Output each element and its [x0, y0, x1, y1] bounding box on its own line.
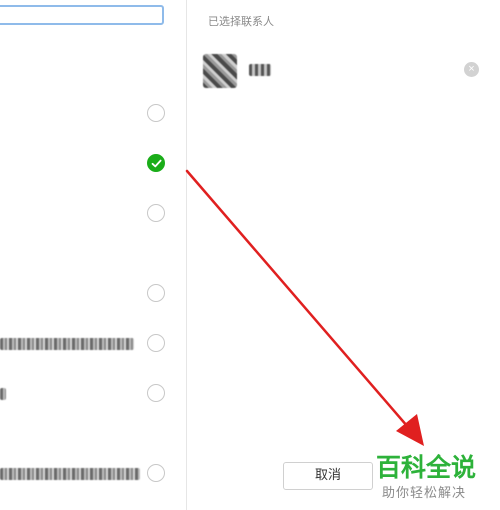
- select-radio[interactable]: [147, 204, 165, 222]
- selected-contacts-title: 已选择联系人: [208, 16, 274, 28]
- annotation-arrow-head: [396, 414, 424, 446]
- contact-name-blurred: [0, 388, 6, 400]
- select-radio[interactable]: [147, 104, 165, 122]
- contact-name-blurred: [0, 468, 140, 480]
- select-radio[interactable]: [147, 384, 165, 402]
- watermark-title: 百科全说: [376, 453, 477, 482]
- list-item[interactable]: [0, 379, 186, 409]
- contact-list-pane: [0, 0, 186, 510]
- select-radio[interactable]: [147, 334, 165, 352]
- selected-contact-name-blurred: [249, 64, 271, 76]
- annotation-arrow-line: [185, 169, 416, 436]
- close-icon: ×: [468, 63, 475, 75]
- avatar: [203, 54, 237, 88]
- list-item[interactable]: [0, 149, 186, 179]
- list-item[interactable]: [0, 459, 186, 489]
- checkmark-icon: [151, 159, 162, 168]
- cancel-button[interactable]: 取消: [283, 462, 373, 490]
- list-item[interactable]: [0, 99, 186, 129]
- select-radio[interactable]: [147, 284, 165, 302]
- pane-divider: [186, 0, 187, 510]
- search-input[interactable]: [0, 5, 164, 25]
- list-item[interactable]: [0, 199, 186, 229]
- remove-contact-button[interactable]: ×: [464, 62, 479, 77]
- list-item[interactable]: [0, 329, 186, 359]
- contact-name-blurred: [0, 338, 134, 350]
- list-item[interactable]: [0, 279, 186, 309]
- select-radio[interactable]: [147, 464, 165, 482]
- watermark-subtitle: 助你轻松解决: [382, 486, 467, 501]
- select-radio-checked[interactable]: [147, 154, 165, 172]
